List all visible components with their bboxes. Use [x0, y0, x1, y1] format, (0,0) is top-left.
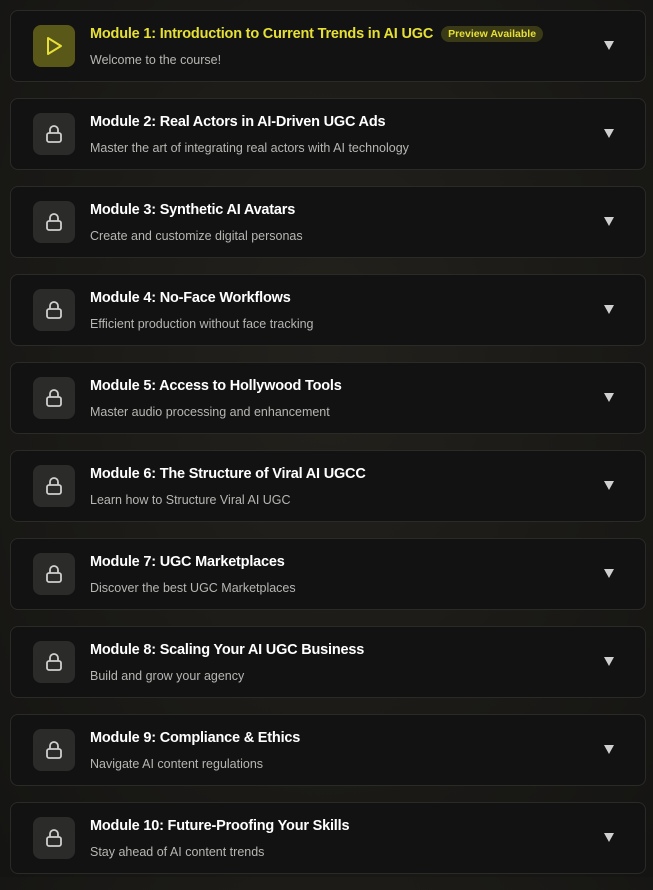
- module-title-row: Module 5: Access to Hollywood Tools: [90, 378, 342, 394]
- module-title: Module 6: The Structure of Viral AI UGCC: [90, 466, 366, 482]
- module-subtitle: Master the art of integrating real actor…: [90, 141, 409, 155]
- lock-icon: [33, 377, 75, 419]
- module-subtitle: Navigate AI content regulations: [90, 757, 264, 771]
- module-title-row: Module 3: Synthetic AI Avatars: [90, 202, 295, 218]
- module-subtitle: Learn how to Structure Viral AI UGC: [90, 493, 291, 507]
- module-title-row: Module 2: Real Actors in AI-Driven UGC A…: [90, 114, 386, 130]
- module-title-row: Module 10: Future-Proofing Your Skills: [90, 818, 350, 834]
- module-card-7[interactable]: Module 7: UGC Marketplaces Discover the …: [10, 538, 646, 610]
- module-title-row: Module 8: Scaling Your AI UGC Business: [90, 642, 364, 658]
- chevron-down-icon[interactable]: [604, 569, 614, 578]
- chevron-down-icon[interactable]: [604, 657, 614, 666]
- module-card-9[interactable]: Module 9: Compliance & Ethics Navigate A…: [10, 714, 646, 786]
- module-subtitle: Welcome to the course!: [90, 53, 222, 67]
- module-list: Module 1: Introduction to Current Trends…: [10, 10, 646, 890]
- module-card-4[interactable]: Module 4: No-Face Workflows Efficient pr…: [10, 274, 646, 346]
- lock-icon: [33, 201, 75, 243]
- chevron-down-icon[interactable]: [604, 217, 614, 226]
- module-card-2[interactable]: Module 2: Real Actors in AI-Driven UGC A…: [10, 98, 646, 170]
- module-card-10[interactable]: Module 10: Future-Proofing Your Skills S…: [10, 802, 646, 874]
- module-title: Module 3: Synthetic AI Avatars: [90, 202, 296, 218]
- module-subtitle: Master audio processing and enhancement: [90, 405, 330, 419]
- module-subtitle: Create and customize digital personas: [90, 229, 303, 243]
- module-card-6[interactable]: Module 6: The Structure of Viral AI UGCC…: [10, 450, 646, 522]
- chevron-down-icon[interactable]: [604, 833, 614, 842]
- lock-icon: [33, 553, 75, 595]
- chevron-down-icon[interactable]: [604, 305, 614, 314]
- module-title-row: Module 6: The Structure of Viral AI UGCC: [90, 466, 366, 482]
- module-title: Module 8: Scaling Your AI UGC Business: [90, 642, 365, 658]
- module-title: Module 1: Introduction to Current Trends…: [90, 26, 434, 42]
- lock-icon: [33, 465, 75, 507]
- module-subtitle: Efficient production without face tracki…: [90, 317, 314, 331]
- module-title-row: Module 4: No-Face Workflows: [90, 290, 291, 306]
- module-title: Module 2: Real Actors in AI-Driven UGC A…: [90, 114, 386, 130]
- module-card-8[interactable]: Module 8: Scaling Your AI UGC Business B…: [10, 626, 646, 698]
- module-title: Module 4: No-Face Workflows: [90, 290, 291, 306]
- chevron-down-icon[interactable]: [604, 481, 614, 490]
- module-title: Module 7: UGC Marketplaces: [90, 554, 285, 570]
- module-title-row: Module 9: Compliance & Ethics: [90, 730, 300, 746]
- module-title-row: Module 1: Introduction to Current Trends…: [90, 26, 544, 42]
- lock-icon: [33, 289, 75, 331]
- lock-icon: [33, 729, 75, 771]
- module-subtitle: Discover the best UGC Marketplaces: [90, 581, 296, 595]
- module-subtitle: Stay ahead of AI content trends: [90, 845, 265, 859]
- module-subtitle: Build and grow your agency: [90, 669, 245, 683]
- lock-icon: [33, 113, 75, 155]
- lock-icon: [33, 817, 75, 859]
- module-card-5[interactable]: Module 5: Access to Hollywood Tools Mast…: [10, 362, 646, 434]
- module-title: Module 10: Future-Proofing Your Skills: [90, 818, 350, 834]
- play-icon: [33, 25, 75, 67]
- chevron-down-icon[interactable]: [604, 393, 614, 402]
- module-title-row: Module 7: UGC Marketplaces: [90, 554, 285, 570]
- chevron-down-icon[interactable]: [604, 129, 614, 138]
- module-card-1[interactable]: Module 1: Introduction to Current Trends…: [10, 10, 646, 82]
- module-title: Module 5: Access to Hollywood Tools: [90, 378, 342, 394]
- module-title: Module 9: Compliance & Ethics: [90, 730, 301, 746]
- chevron-down-icon[interactable]: [604, 745, 614, 754]
- chevron-down-icon[interactable]: [604, 41, 614, 50]
- module-card-3[interactable]: Module 3: Synthetic AI Avatars Create an…: [10, 186, 646, 258]
- lock-icon: [33, 641, 75, 683]
- preview-badge: Preview Available: [441, 26, 544, 42]
